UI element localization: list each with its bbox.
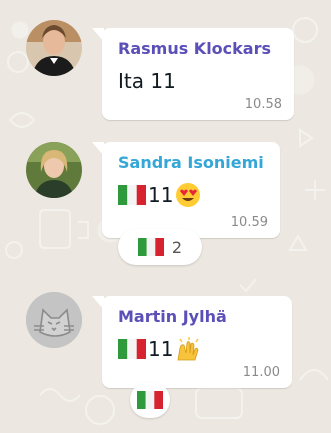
avatar-martin[interactable] (26, 292, 82, 348)
italy-flag-icon (118, 185, 146, 205)
reaction-badge[interactable] (130, 382, 170, 418)
avatar-sandra[interactable] (26, 142, 82, 198)
person-photo-icon (26, 142, 82, 198)
italy-flag-icon (137, 238, 164, 256)
italy-flag-icon (137, 391, 163, 409)
message-bubble[interactable]: Sandra Isoniemi 11 10.59 (92, 142, 280, 238)
message-text: Ita 11 (118, 68, 280, 94)
avatar-rasmus[interactable] (26, 20, 82, 76)
reaction-count: 2 (171, 237, 183, 257)
reaction-badge[interactable]: 2 (118, 229, 202, 265)
message-text-content: Ita 11 (118, 69, 176, 93)
smiling-face-with-heart-eyes-icon (176, 183, 201, 207)
message-time: 10.59 (230, 215, 268, 230)
italy-flag-icon (118, 339, 146, 359)
message-time: 10.58 (244, 97, 282, 112)
sender-name[interactable]: Martin Jylhä (118, 306, 278, 328)
message-text: 11 (118, 336, 278, 362)
message-time: 11.00 (242, 365, 280, 380)
raising-hands-icon (177, 337, 200, 361)
message-bubble[interactable]: Martin Jylhä 11 11.00 (92, 296, 292, 388)
person-photo-icon (26, 20, 82, 76)
sender-name[interactable]: Sandra Isoniemi (118, 152, 266, 174)
sender-name[interactable]: Rasmus Klockars (118, 38, 280, 60)
cat-avatar-icon (26, 292, 82, 348)
message-text-content: 11 (148, 183, 174, 207)
message-text: 11 (118, 182, 266, 208)
message-text-content: 11 (148, 337, 174, 361)
message-bubble[interactable]: Rasmus Klockars Ita 11 10.58 (92, 28, 294, 120)
